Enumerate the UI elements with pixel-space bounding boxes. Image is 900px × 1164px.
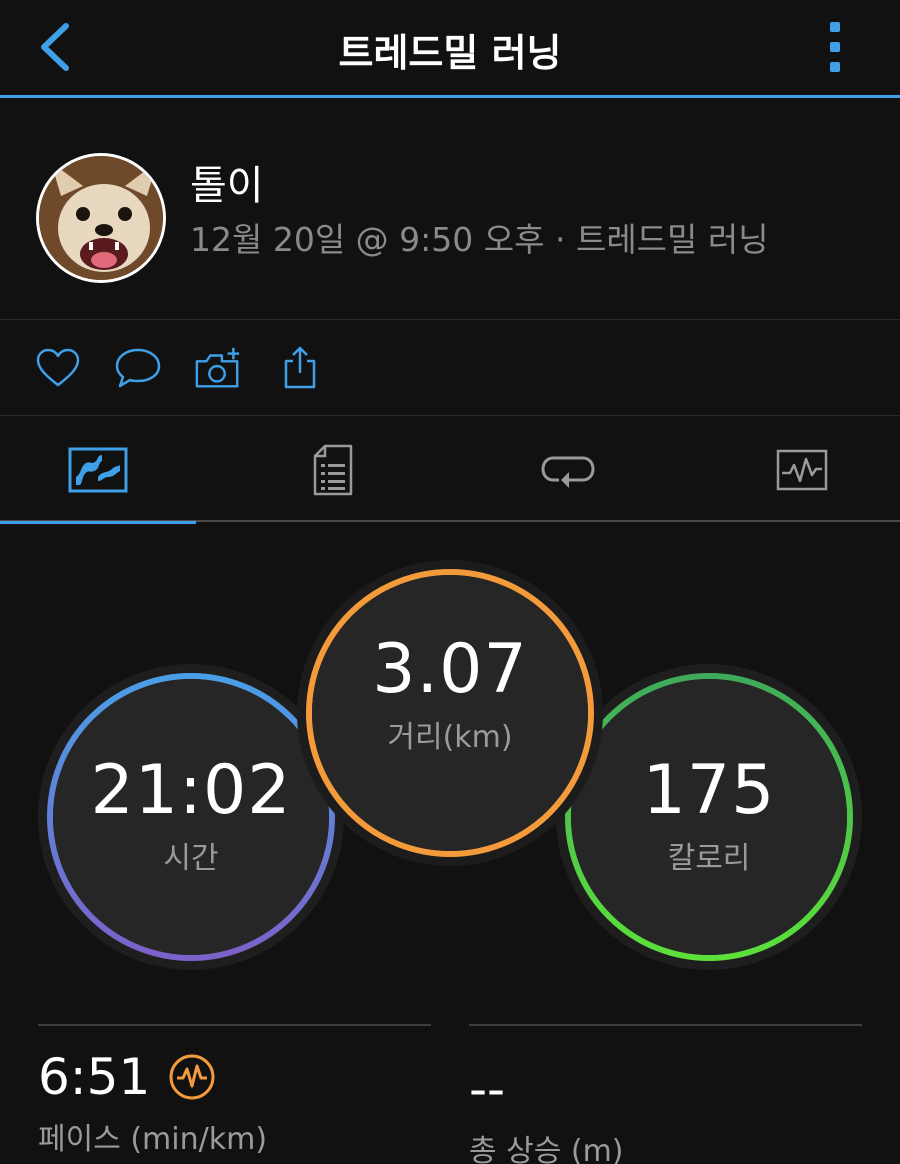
top-bar: 트레드밀 러닝 bbox=[0, 0, 900, 98]
tab-active-indicator bbox=[0, 521, 196, 524]
ascent-value: -- bbox=[469, 1060, 506, 1118]
chart-icon bbox=[776, 449, 828, 490]
pace-label: 페이스 (min/km) bbox=[38, 1122, 268, 1157]
page-title: 트레드밀 러닝 bbox=[338, 31, 562, 75]
stat-divider bbox=[38, 1024, 431, 1026]
heart-icon bbox=[36, 348, 80, 387]
add-photo-button[interactable] bbox=[193, 343, 243, 393]
tab-charts[interactable] bbox=[704, 417, 900, 522]
time-value: 21:02 bbox=[90, 751, 292, 830]
user-name[interactable]: 톨이 bbox=[190, 153, 264, 211]
more-dot bbox=[830, 22, 840, 32]
summary-circles: 21:02 시간 175 칼로리 3.07 거리(km) bbox=[0, 540, 900, 990]
more-options-button[interactable] bbox=[820, 20, 850, 74]
pace-value-row: 6:51 bbox=[38, 1048, 431, 1106]
activity-meta: 12월 20일 @ 9:50 오후 · 트레드밀 러닝 bbox=[190, 220, 769, 259]
calories-stat: 175 칼로리 bbox=[571, 679, 847, 955]
more-dot bbox=[830, 42, 840, 52]
pace-activity-icon[interactable] bbox=[168, 1053, 216, 1101]
laps-icon bbox=[541, 456, 595, 488]
back-button[interactable] bbox=[30, 20, 80, 74]
avatar[interactable] bbox=[36, 153, 166, 283]
comment-button[interactable] bbox=[113, 343, 163, 393]
chevron-left-icon bbox=[41, 23, 69, 71]
calories-value: 175 bbox=[642, 751, 776, 830]
distance-value: 3.07 bbox=[372, 630, 528, 709]
calories-label: 칼로리 bbox=[667, 841, 751, 876]
action-bar bbox=[0, 321, 900, 416]
stats-grid: 6:51 페이스 (min/km) -- 총 상승 (m) bbox=[0, 1024, 900, 1164]
share-icon bbox=[284, 346, 316, 389]
add-photo-icon bbox=[195, 347, 240, 388]
pace-stat: 6:51 페이스 (min/km) bbox=[38, 1024, 431, 1158]
tab-laps[interactable] bbox=[470, 417, 666, 522]
time-label: 시간 bbox=[163, 841, 219, 876]
stat-divider bbox=[469, 1024, 862, 1026]
tab-details[interactable] bbox=[235, 417, 431, 522]
distance-stat: 3.07 거리(km) bbox=[312, 575, 588, 851]
share-button[interactable] bbox=[275, 343, 325, 393]
more-dot bbox=[830, 62, 840, 72]
tab-overview[interactable] bbox=[0, 417, 196, 524]
details-icon bbox=[313, 444, 353, 495]
comment-icon bbox=[115, 348, 161, 388]
pace-value: 6:51 bbox=[38, 1048, 151, 1106]
activity-header: 톨이 12월 20일 @ 9:50 오후 · 트레드밀 러닝 bbox=[0, 101, 900, 320]
overview-icon bbox=[68, 447, 128, 492]
activity-tabs bbox=[0, 417, 900, 524]
dog-photo bbox=[39, 156, 163, 280]
ascent-label: 총 상승 (m) bbox=[469, 1134, 624, 1164]
ascent-stat: -- 총 상승 (m) bbox=[469, 1024, 862, 1164]
distance-ring: 3.07 거리(km) bbox=[297, 560, 603, 866]
time-stat: 21:02 시간 bbox=[53, 679, 329, 955]
distance-label: 거리(km) bbox=[387, 720, 513, 755]
like-button[interactable] bbox=[33, 343, 83, 393]
